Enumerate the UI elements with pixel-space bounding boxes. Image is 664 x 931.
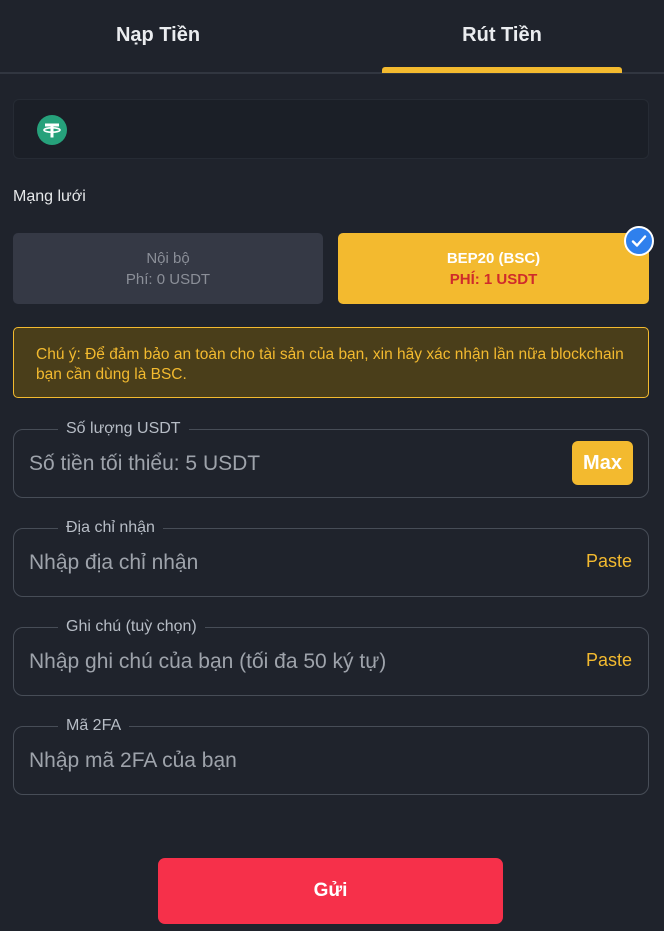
network-option-name: Nội bộ xyxy=(146,249,190,267)
address-label: Địa chỉ nhận xyxy=(58,518,163,538)
network-option-fee: Phí: 0 USDT xyxy=(125,270,211,288)
network-option-internal[interactable]: Nội bộ Phí: 0 USDT xyxy=(13,233,323,304)
warning-notice: Chú ý: Để đảm bảo an toàn cho tài sản củ… xyxy=(13,327,649,398)
memo-label: Ghi chú (tuỳ chọn) xyxy=(58,617,205,637)
network-option-bep20[interactable]: BEP20 (BSC) PHÍ: 1 USDT xyxy=(338,233,649,304)
active-tab-indicator xyxy=(382,67,622,73)
twofa-input[interactable] xyxy=(29,745,559,777)
network-option-name: BEP20 (BSC) xyxy=(446,249,541,267)
network-label: Mạng lưới xyxy=(13,188,86,205)
tab-bar: Nạp Tiền Rút Tiền xyxy=(0,0,664,74)
address-input[interactable] xyxy=(29,547,559,579)
paste-address-button[interactable]: Paste xyxy=(586,551,632,572)
max-button[interactable]: Max xyxy=(572,441,633,485)
tab-withdraw[interactable]: Rút Tiền xyxy=(382,0,622,72)
tether-icon xyxy=(37,115,67,145)
tab-deposit[interactable]: Nạp Tiền xyxy=(38,0,278,72)
address-field: Địa chỉ nhận Paste xyxy=(13,518,649,597)
paste-memo-button[interactable]: Paste xyxy=(586,650,632,671)
memo-input[interactable] xyxy=(29,646,559,678)
selected-check-icon xyxy=(624,226,654,256)
twofa-label: Mã 2FA xyxy=(58,716,130,736)
amount-label: Số lượng USDT xyxy=(58,419,189,439)
coin-selector[interactable] xyxy=(13,99,649,159)
amount-field: Số lượng USDT Max xyxy=(13,419,649,498)
submit-button[interactable]: Gửi xyxy=(158,858,503,924)
network-option-fee: PHÍ: 1 USDT xyxy=(449,270,538,288)
amount-input[interactable] xyxy=(29,448,559,480)
twofa-field: Mã 2FA xyxy=(13,716,649,795)
memo-field: Ghi chú (tuỳ chọn) Paste xyxy=(13,617,649,696)
